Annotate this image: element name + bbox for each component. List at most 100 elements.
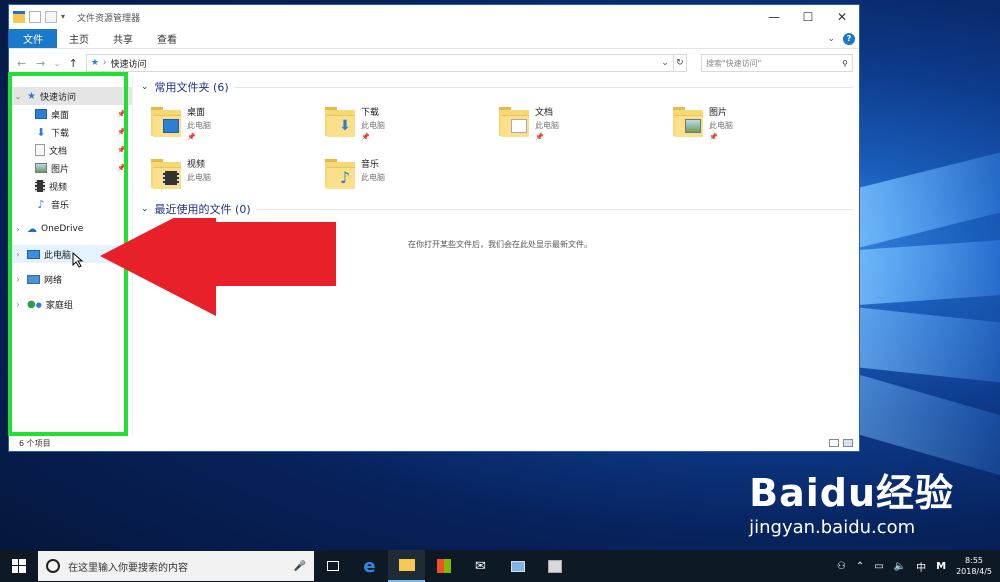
nav-item-videos[interactable]: 视频 [9,177,132,195]
cortana-icon [46,559,60,573]
clock-time: 8:55 [965,556,984,565]
breadcrumb[interactable]: 快速访问 [111,57,147,70]
nav-item-music[interactable]: ♪ 音乐 [9,195,132,213]
folder-tile-picture[interactable]: 图片 此电脑 📌 [673,103,847,143]
properties-icon[interactable] [29,11,41,23]
chevron-right-icon[interactable]: › [13,275,23,284]
nav-item-label: 家庭组 [45,300,73,311]
chevron-right-icon[interactable]: › [13,225,23,234]
show-hidden-icons-icon[interactable]: ⌃ [856,561,864,572]
folder-tile-download[interactable]: ⬇ 下载 此电脑 📌 [325,103,499,143]
recent-locations-icon[interactable]: ⌄ [53,59,61,68]
help-icon[interactable]: ? [843,32,855,45]
nav-item-desktop[interactable]: 桌面 📌 [9,105,132,123]
folder-name: 下载 [361,108,380,118]
maximize-button[interactable]: ☐ [791,5,825,29]
search-box[interactable]: 搜索"快速访问" ⚲ [700,54,853,72]
nav-item-label: 桌面 [51,110,70,121]
chevron-right-icon[interactable]: › [13,250,23,259]
nav-item-label: 快速访问 [39,92,76,103]
pin-icon: 📌 [709,133,718,141]
folder-icon [499,107,529,139]
start-button[interactable] [0,550,38,582]
chevron-down-icon[interactable]: ⌄ [141,204,149,214]
customize-toolbar-icon[interactable]: ▾ [61,11,69,23]
folder-tile-document[interactable]: 文档 此电脑 📌 [499,103,673,143]
nav-item-homegroup[interactable]: › ●● 家庭组 [9,295,132,313]
section-title: 最近使用的文件 (0) [154,203,251,216]
item-count: 6 个项目 [19,438,51,448]
taskbar-control-panel[interactable] [536,550,573,582]
chevron-down-icon[interactable]: ⌄ [13,92,23,101]
refresh-icon[interactable]: ↻ [673,54,687,72]
address-dropdown-icon[interactable]: ⌄ [661,58,669,68]
tab-home[interactable]: 主页 [57,29,101,48]
tab-share[interactable]: 共享 [101,29,145,48]
forward-icon[interactable]: → [34,57,47,70]
taskbar-search-input[interactable]: 在这里输入你要搜索的内容 [68,559,188,574]
chevron-right-icon[interactable]: › [13,300,23,309]
people-icon[interactable]: ⚇ [837,561,846,572]
recent-files-empty-message: 在你打开某些文件后，我们会在此处显示最新文件。 [408,240,592,249]
nav-item-label: 文档 [49,146,68,157]
clock[interactable]: 8:55 2018/4/5 [956,555,992,577]
taskbar-store[interactable] [425,550,462,582]
taskbar-mail[interactable]: ✉ [462,550,499,582]
breadcrumb-separator-icon: › [102,58,107,68]
section-title: 常用文件夹 (6) [154,81,229,94]
folder-icon [151,107,181,139]
computer-icon [510,560,525,572]
taskbar-search-box[interactable]: 在这里输入你要搜索的内容 🎤 [38,551,314,581]
nav-item-pictures[interactable]: 图片 📌 [9,159,132,177]
nav-item-this-pc[interactable]: › 此电脑 [9,245,132,263]
folder-tile-music[interactable]: ♪ 音乐 此电脑 [325,155,499,195]
back-icon[interactable]: ← [15,57,28,70]
folder-location: 此电脑 [535,121,559,130]
frequent-folders-header[interactable]: ⌄ 常用文件夹 (6) [141,77,859,97]
nav-item-downloads[interactable]: ⬇ 下载 📌 [9,123,132,141]
folder-tile-desktop[interactable]: 桌面 此电脑 📌 [151,103,325,143]
recent-files-header[interactable]: ⌄ 最近使用的文件 (0) [141,199,859,219]
up-icon[interactable]: ↑ [67,57,80,70]
video-icon [163,171,179,185]
taskbar-file-explorer[interactable] [388,550,425,582]
task-view-button[interactable] [314,550,351,582]
new-folder-icon[interactable] [45,11,57,23]
taskbar-app[interactable] [499,550,536,582]
volume-icon[interactable]: 🔈 [894,561,906,572]
large-icons-view-icon[interactable] [843,439,853,447]
nav-item-quick-access[interactable]: ⌄ ★ 快速访问 [9,87,132,105]
folder-name: 文档 [535,108,554,118]
details-view-icon[interactable] [829,439,839,447]
nav-item-documents[interactable]: 文档 📌 [9,141,132,159]
pin-icon: 📌 [117,128,126,136]
microphone-icon[interactable]: 🎤 [294,561,306,572]
address-field[interactable]: ★ › 快速访问 ⌄ [85,54,674,72]
desktop-light-beam [860,240,1000,305]
nav-item-onedrive[interactable]: › ☁ OneDrive [9,220,132,238]
search-input[interactable]: 搜索"快速访问" [706,58,761,69]
picture-icon [685,119,701,133]
ribbon-tabs: 文件 主页 共享 查看 ⌄ ? [9,29,859,49]
desktop-light-beam [860,152,1000,248]
close-button[interactable]: ✕ [825,5,859,29]
this-pc-icon [27,249,40,259]
edge-icon: e [363,555,376,577]
folder-tile-video[interactable]: 视频 此电脑 [151,155,325,195]
folder-location: 此电脑 [709,121,733,130]
ime-indicator[interactable]: 中 [916,559,926,574]
address-bar-row: ← → ⌄ ↑ ★ › 快速访问 ⌄ ↻ 搜索"快速访问" ⚲ [9,49,859,77]
watermark-brand: Baidu经验 [749,471,954,515]
pin-icon: 📌 [361,133,370,141]
desktop-icon [35,109,47,119]
minimize-button[interactable]: — [757,5,791,29]
nav-item-network[interactable]: › 网络 [9,270,132,288]
network-status-icon[interactable]: ▭ [874,561,883,572]
expand-ribbon-icon[interactable]: ⌄ [827,34,835,44]
tab-file[interactable]: 文件 [9,29,57,48]
ime-mode-indicator[interactable]: M [936,561,946,572]
tab-view[interactable]: 查看 [145,29,189,48]
chevron-down-icon[interactable]: ⌄ [141,82,149,92]
desktop-icon [163,119,179,133]
taskbar-edge[interactable]: e [351,550,388,582]
